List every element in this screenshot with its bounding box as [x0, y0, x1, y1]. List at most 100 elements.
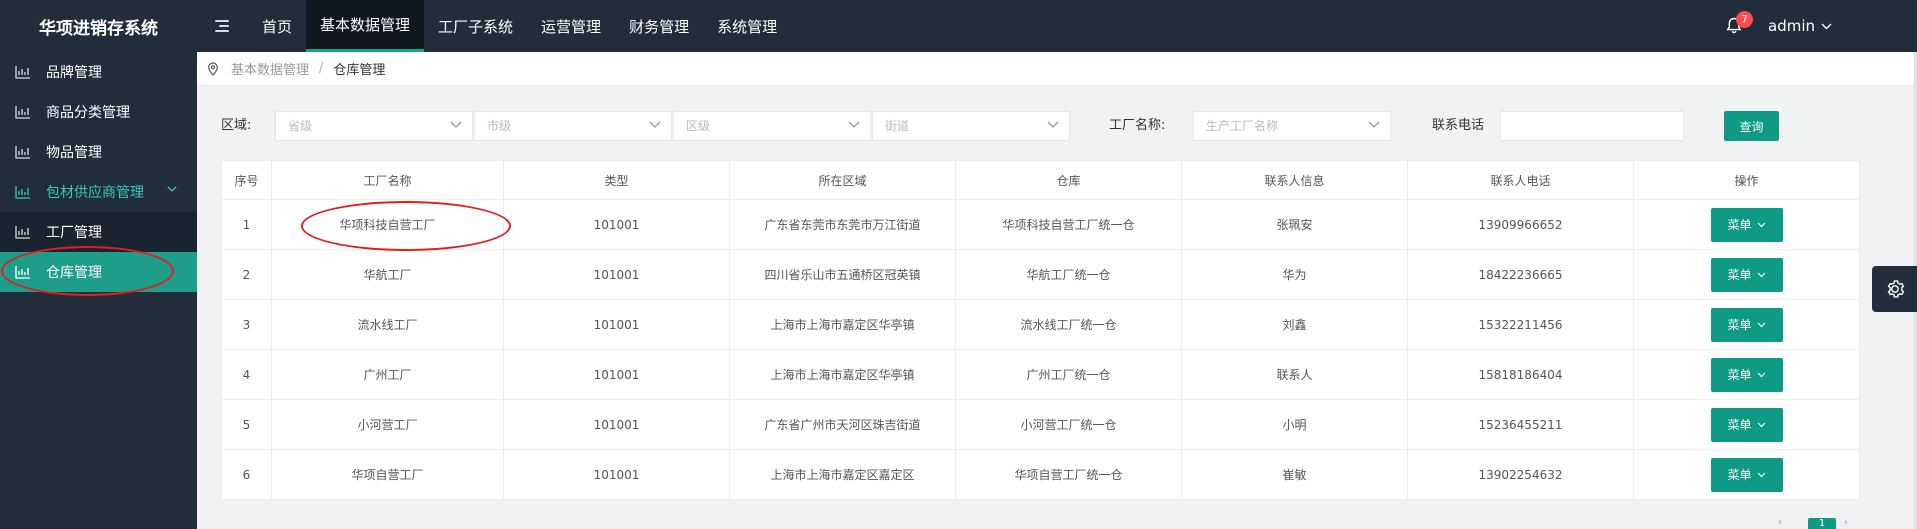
top-nav-system[interactable]: 系统管理 [703, 0, 791, 52]
phone-label: 联系电话 [1432, 118, 1485, 133]
cell-no: 3 [221, 299, 272, 350]
top-nav-basic-data[interactable]: 基本数据管理 [306, 0, 425, 52]
cell-warehouse: 华项自营工厂统一仓 [955, 449, 1182, 500]
col-header-phone: 联系人电话 [1407, 160, 1634, 200]
app-title: 华项进销存系统 [39, 18, 158, 39]
cell-phone: 15236455211 [1407, 399, 1634, 450]
cell-factory-name: 华项科技自营工厂 [271, 199, 504, 250]
cell-type: 101001 [503, 449, 730, 500]
cell-phone: 15322211456 [1407, 299, 1634, 350]
user-menu[interactable]: admin [1768, 17, 1832, 35]
top-nav-finance[interactable]: 财务管理 [615, 0, 703, 52]
factory-label: 工厂名称: [1109, 118, 1166, 133]
cell-contact: 联系人 [1181, 349, 1408, 400]
cell-region: 上海市上海市嘉定区华亭镇 [729, 299, 956, 350]
cell-no: 1 [221, 199, 272, 250]
table-row: 5 小河营工厂 101001 广东省广州市天河区珠吉街道 小河营工厂统一仓 小明… [221, 399, 1860, 450]
district-placeholder: 区级 [686, 119, 711, 133]
top-nav: 首页 基本数据管理 工厂子系统 运营管理 财务管理 系统管理 [248, 0, 791, 52]
row-menu-button[interactable]: 菜单 [1710, 207, 1783, 242]
city-placeholder: 市级 [487, 119, 512, 133]
region-label: 区域: [221, 118, 252, 133]
sidebar-item-goods[interactable]: 物品管理 [0, 132, 197, 172]
pagination: ‹ 1 › [1778, 518, 1866, 529]
col-header-region: 所在区域 [729, 160, 956, 200]
sidebar-item-label: 包材供应商管理 [46, 185, 144, 201]
row-menu-button[interactable]: 菜单 [1710, 357, 1783, 392]
cell-actions: 菜单 [1633, 299, 1860, 350]
cell-no: 6 [221, 449, 272, 500]
top-nav-home[interactable]: 首页 [248, 0, 306, 52]
factory-placeholder: 生产工厂名称 [1206, 119, 1279, 133]
cell-factory-name: 流水线工厂 [271, 299, 504, 350]
factory-select[interactable]: 生产工厂名称 [1193, 111, 1391, 141]
top-nav-operations[interactable]: 运营管理 [527, 0, 615, 52]
sidebar-item-warehouse[interactable]: 仓库管理 [0, 252, 197, 292]
chevron-down-icon [848, 121, 860, 128]
cell-contact: 小明 [1181, 399, 1408, 450]
sidebar-item-packaging-supplier[interactable]: 包材供应商管理 [0, 172, 197, 212]
sidebar-item-factory[interactable]: 工厂管理 [0, 212, 197, 252]
cell-contact: 张珮安 [1181, 199, 1408, 250]
chevron-down-icon [1757, 272, 1765, 277]
cell-type: 101001 [503, 199, 730, 250]
city-select[interactable]: 市级 [474, 111, 672, 141]
menu-toggle-icon[interactable] [215, 16, 229, 36]
phone-input[interactable] [1500, 111, 1684, 141]
page-number[interactable]: 1 [1808, 518, 1836, 529]
row-menu-button[interactable]: 菜单 [1710, 257, 1783, 292]
chevron-right-icon[interactable]: › [1844, 518, 1866, 529]
chart-icon [15, 185, 31, 199]
menu-button-label: 菜单 [1727, 418, 1752, 432]
cell-region: 四川省乐山市五通桥区冠英镇 [729, 249, 956, 300]
sidebar-item-label: 品牌管理 [46, 65, 102, 81]
settings-float-button[interactable] [1872, 266, 1917, 312]
breadcrumb-parent[interactable]: 基本数据管理 [231, 59, 309, 78]
province-select[interactable]: 省级 [275, 111, 473, 141]
menu-button-label: 菜单 [1727, 318, 1752, 332]
cell-type: 101001 [503, 249, 730, 300]
chevron-down-icon [1047, 121, 1059, 128]
row-menu-button[interactable]: 菜单 [1710, 457, 1783, 492]
sidebar: 品牌管理 商品分类管理 物品管理 包材供应商管理 工厂管理 仓库管理 [0, 52, 197, 529]
top-header: 华项进销存系统 首页 基本数据管理 工厂子系统 运营管理 财务管理 系统管理 7… [0, 0, 1917, 52]
sidebar-item-label: 工厂管理 [46, 225, 102, 241]
chevron-down-icon [1757, 472, 1765, 477]
cell-contact: 崔敏 [1181, 449, 1408, 500]
col-header-factory-name: 工厂名称 [271, 160, 504, 200]
col-header-warehouse: 仓库 [955, 160, 1182, 200]
bell-icon[interactable]: 7 [1726, 11, 1753, 35]
row-menu-button[interactable]: 菜单 [1710, 407, 1783, 442]
gear-icon [1887, 280, 1904, 298]
cell-contact: 刘鑫 [1181, 299, 1408, 350]
table-row: 1 华项科技自营工厂 101001 广东省东莞市东莞市万江街道 华项科技自营工厂… [221, 199, 1860, 250]
cell-type: 101001 [503, 299, 730, 350]
cell-factory-name: 华航工厂 [271, 249, 504, 300]
table-header-row: 序号 工厂名称 类型 所在区域 仓库 联系人信息 联系人电话 操作 [221, 160, 1860, 200]
table-row: 6 华项自营工厂 101001 上海市上海市嘉定区嘉定区 华项自营工厂统一仓 崔… [221, 449, 1860, 500]
district-select[interactable]: 区级 [673, 111, 871, 141]
sidebar-item-category[interactable]: 商品分类管理 [0, 92, 197, 132]
row-menu-button[interactable]: 菜单 [1710, 307, 1783, 342]
cell-phone: 13909966652 [1407, 199, 1634, 250]
menu-button-label: 菜单 [1727, 368, 1752, 382]
top-nav-factory-subsystem[interactable]: 工厂子系统 [424, 0, 527, 52]
sidebar-item-label: 商品分类管理 [46, 105, 130, 121]
query-button[interactable]: 查询 [1724, 111, 1779, 141]
username: admin [1768, 17, 1815, 35]
chevron-down-icon [1757, 372, 1765, 377]
cell-actions: 菜单 [1633, 349, 1860, 400]
chevron-left-icon[interactable]: ‹ [1778, 518, 1800, 529]
street-select[interactable]: 街道 [872, 111, 1070, 141]
table-row: 2 华航工厂 101001 四川省乐山市五通桥区冠英镇 华航工厂统一仓 华为 1… [221, 249, 1860, 300]
col-header-type: 类型 [503, 160, 730, 200]
cell-factory-name: 华项自营工厂 [271, 449, 504, 500]
cell-actions: 菜单 [1633, 249, 1860, 300]
cell-warehouse: 流水线工厂统一仓 [955, 299, 1182, 350]
col-header-actions: 操作 [1633, 160, 1860, 200]
chart-icon [15, 265, 31, 279]
sidebar-item-brand[interactable]: 品牌管理 [0, 52, 197, 92]
cell-type: 101001 [503, 399, 730, 450]
cell-contact: 华为 [1181, 249, 1408, 300]
cell-region: 广东省东莞市东莞市万江街道 [729, 199, 956, 250]
